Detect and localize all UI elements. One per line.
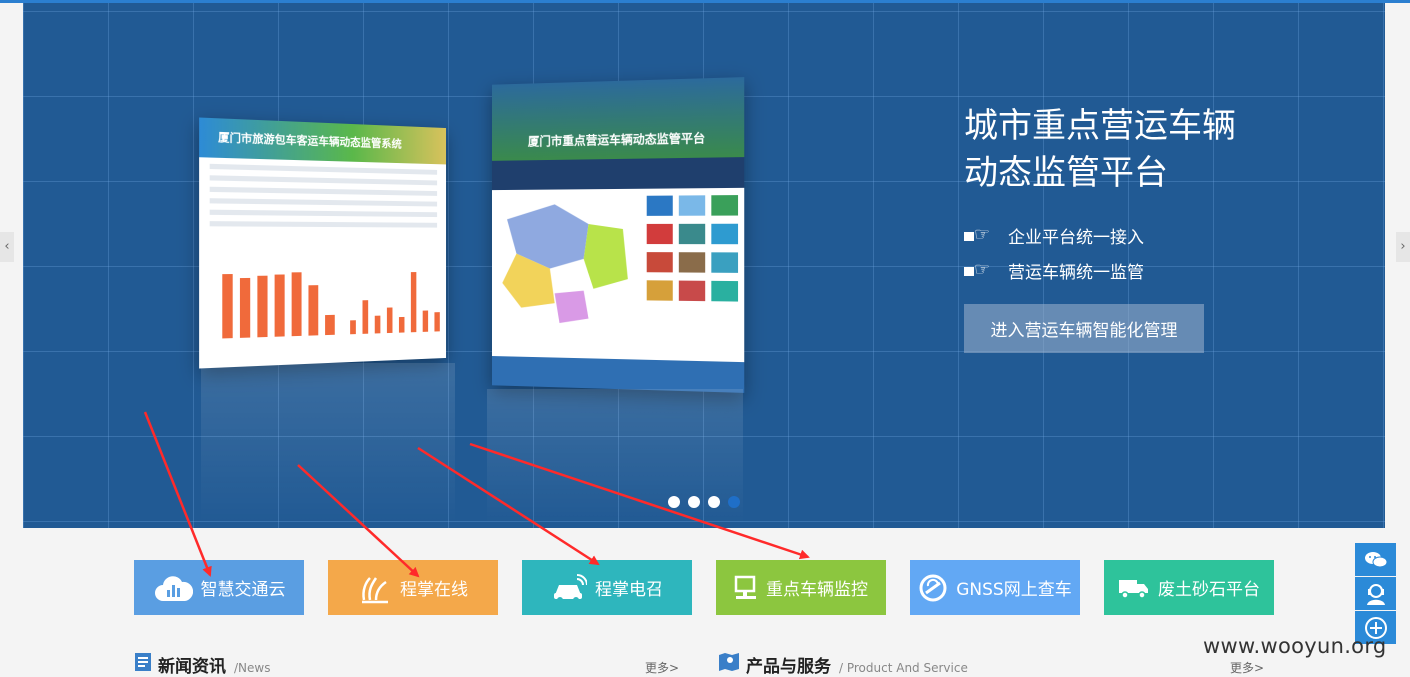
bullet-text: 企业平台统一接入: [1008, 228, 1144, 248]
screenshot-right-title: 厦门市重点营运车辆动态监管平台: [491, 77, 745, 161]
truck-icon: [1118, 576, 1150, 600]
banner-bullet-list: 企业平台统一接入 营运车辆统一监管: [964, 218, 1144, 288]
monitor-icon: [734, 575, 758, 601]
banner-title-line1: 城市重点营运车辆: [964, 106, 1236, 146]
vehicle-tiles: [646, 195, 739, 302]
slider-dot-3[interactable]: [708, 496, 720, 508]
screenshot-bar-chart: [222, 272, 335, 339]
customer-service-icon[interactable]: [1355, 577, 1396, 610]
bullet-item: 企业平台统一接入: [964, 218, 1144, 253]
screenshot-tourism-system: 厦门市旅游包车客运车辆动态监管系统: [199, 117, 447, 369]
service-label: 程掌在线: [400, 580, 468, 600]
slider-next-arrow[interactable]: ›: [1396, 232, 1410, 262]
news-more-link[interactable]: 更多>: [645, 659, 679, 676]
products-more-link[interactable]: 更多>: [1230, 659, 1264, 676]
news-title: 新闻资讯: [158, 657, 226, 677]
hand-wave-icon: [358, 572, 392, 604]
screenshot-monitoring-platform: 厦门市重点营运车辆动态监管平台: [491, 77, 745, 393]
banner-title: 城市重点营运车辆 动态监管平台: [964, 103, 1236, 197]
slider-dot-4[interactable]: [728, 496, 740, 508]
slider-dot-2[interactable]: [688, 496, 700, 508]
news-subtitle: /News: [234, 661, 271, 675]
cloud-chart-icon: [153, 573, 193, 603]
service-gnss-vehicle-query[interactable]: GNSS网上查车: [910, 560, 1080, 615]
hero-banner: 厦门市旅游包车客运车辆动态监管系统 厦门市重点营运车辆动态监管平台 城市重点营运…: [23, 3, 1385, 528]
news-section-header: 新闻资讯 /News: [134, 652, 270, 677]
service-key-vehicle-monitor[interactable]: 重点车辆监控: [716, 560, 886, 615]
bullet-item: 营运车辆统一监管: [964, 253, 1144, 288]
slider-dots: [668, 496, 740, 508]
pointing-hand-icon: [964, 224, 994, 245]
taxi-signal-icon: [551, 573, 587, 603]
document-icon: [134, 652, 152, 676]
service-label: 智慧交通云: [200, 580, 286, 600]
map-icon: [718, 652, 740, 676]
gnss-icon: [918, 573, 948, 603]
screenshot-bar-chart-2: [350, 272, 440, 335]
service-label: 废土砂石平台: [1158, 580, 1260, 600]
banner-title-line2: 动态监管平台: [964, 153, 1168, 193]
service-label: 重点车辆监控: [766, 580, 868, 600]
pointing-hand-icon: [964, 259, 994, 280]
products-subtitle: / Product And Service: [839, 661, 968, 675]
slider-prev-arrow[interactable]: ‹: [0, 232, 14, 262]
watermark: www.wooyun.org: [1203, 634, 1387, 658]
enter-management-button[interactable]: 进入营运车辆智能化管理: [964, 304, 1204, 353]
screenshot-left-title: 厦门市旅游包车客运车辆动态监管系统: [199, 117, 447, 165]
wechat-icon[interactable]: [1355, 543, 1396, 576]
service-label: 程掌电召: [595, 580, 663, 600]
products-title: 产品与服务: [746, 657, 831, 677]
slider-dot-1[interactable]: [668, 496, 680, 508]
bullet-text: 营运车辆统一监管: [1008, 263, 1144, 283]
products-section-header: 产品与服务 / Product And Service: [718, 652, 968, 677]
service-taxi-call[interactable]: 程掌电召: [522, 560, 692, 615]
service-waste-sand-platform[interactable]: 废土砂石平台: [1104, 560, 1274, 615]
service-smart-traffic-cloud[interactable]: 智慧交通云: [134, 560, 304, 615]
service-label: GNSS网上查车: [956, 580, 1072, 600]
city-map-graphic: [502, 204, 628, 324]
service-chengzhang-online[interactable]: 程掌在线: [328, 560, 498, 615]
